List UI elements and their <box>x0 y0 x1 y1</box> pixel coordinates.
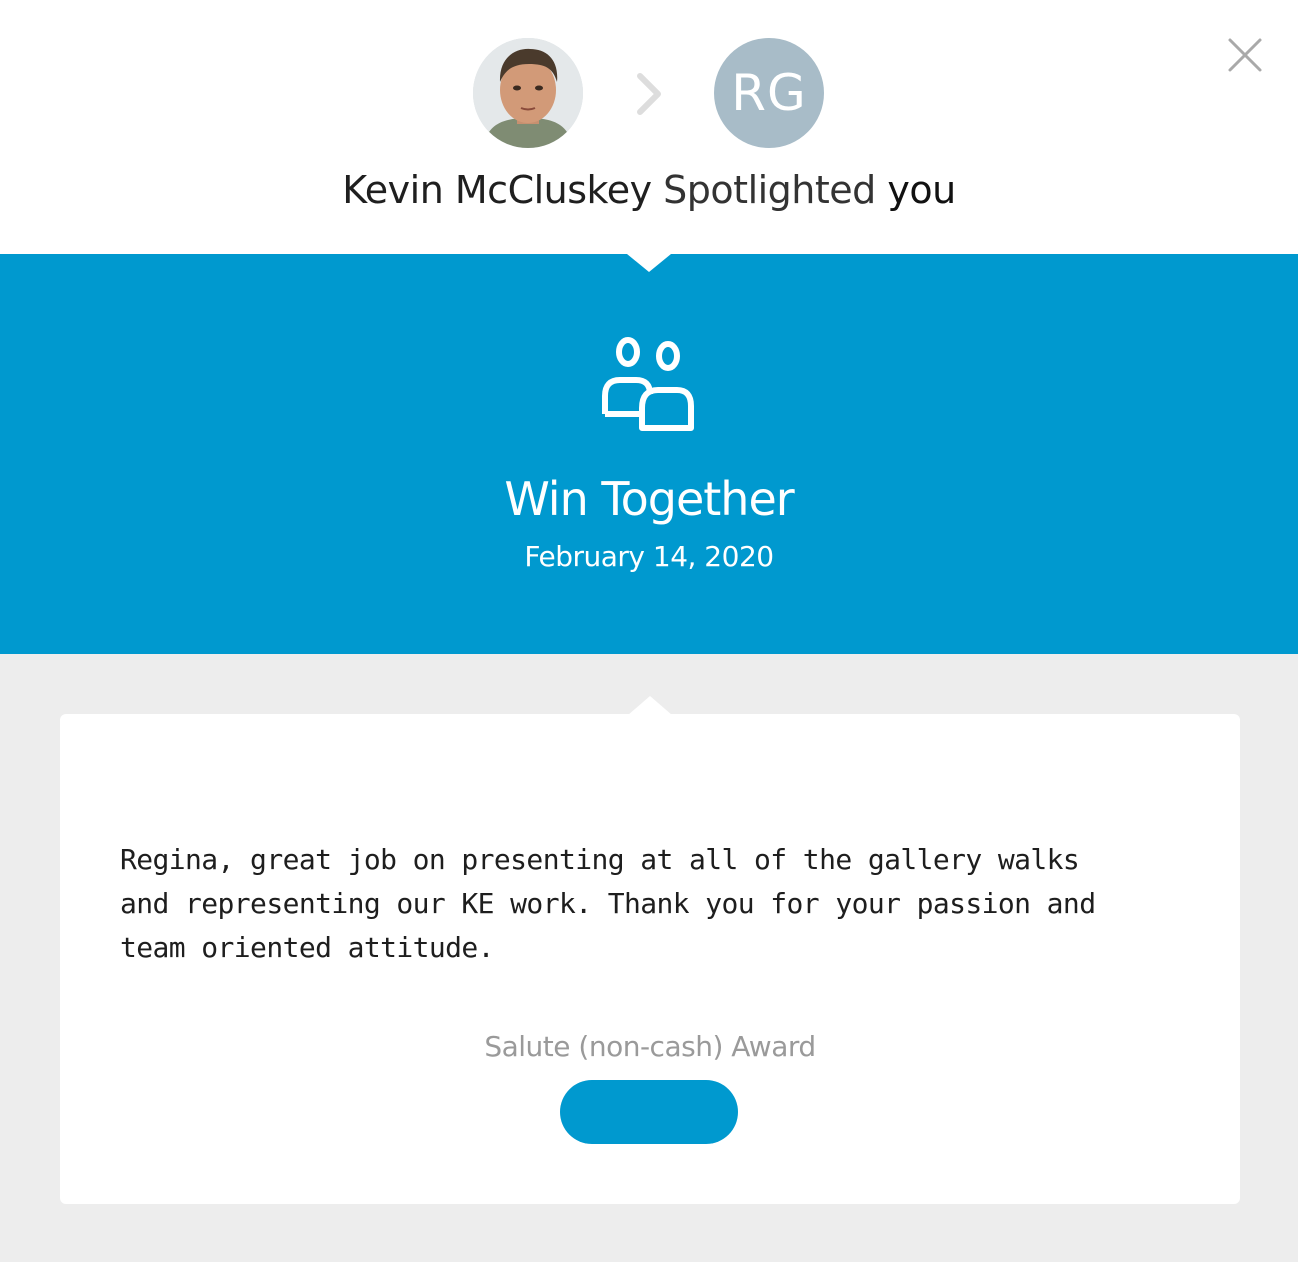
person-photo-icon <box>473 38 583 148</box>
award-label: Salute (non-cash) Award <box>484 1030 816 1063</box>
sender-avatar <box>473 38 583 148</box>
action-text: Spotlighted <box>663 168 876 212</box>
value-date: February 14, 2020 <box>524 540 774 573</box>
award-button[interactable] <box>560 1080 738 1144</box>
close-icon[interactable] <box>1222 34 1266 78</box>
people-group-icon <box>602 337 694 431</box>
spotlight-message: Regina, great job on presenting at all o… <box>120 843 1096 964</box>
recipient-text: you <box>887 168 956 212</box>
spotlight-headline: Kevin McCluskey Spotlighted you <box>0 168 1298 212</box>
value-banner <box>0 254 1298 654</box>
close-button[interactable] <box>1222 34 1266 78</box>
card-notch <box>628 696 672 715</box>
spotlight-header: RG Kevin McCluskey Spotlighted you <box>0 0 1298 254</box>
message-card: Regina, great job on presenting at all o… <box>60 714 1240 1204</box>
value-title: Win Together <box>504 472 794 526</box>
banner-notch <box>627 254 671 272</box>
chevron-right-icon <box>632 72 668 116</box>
sender-name[interactable]: Kevin McCluskey <box>342 168 652 212</box>
recipient-initials: RG <box>731 64 807 122</box>
recipient-avatar: RG <box>714 38 824 148</box>
